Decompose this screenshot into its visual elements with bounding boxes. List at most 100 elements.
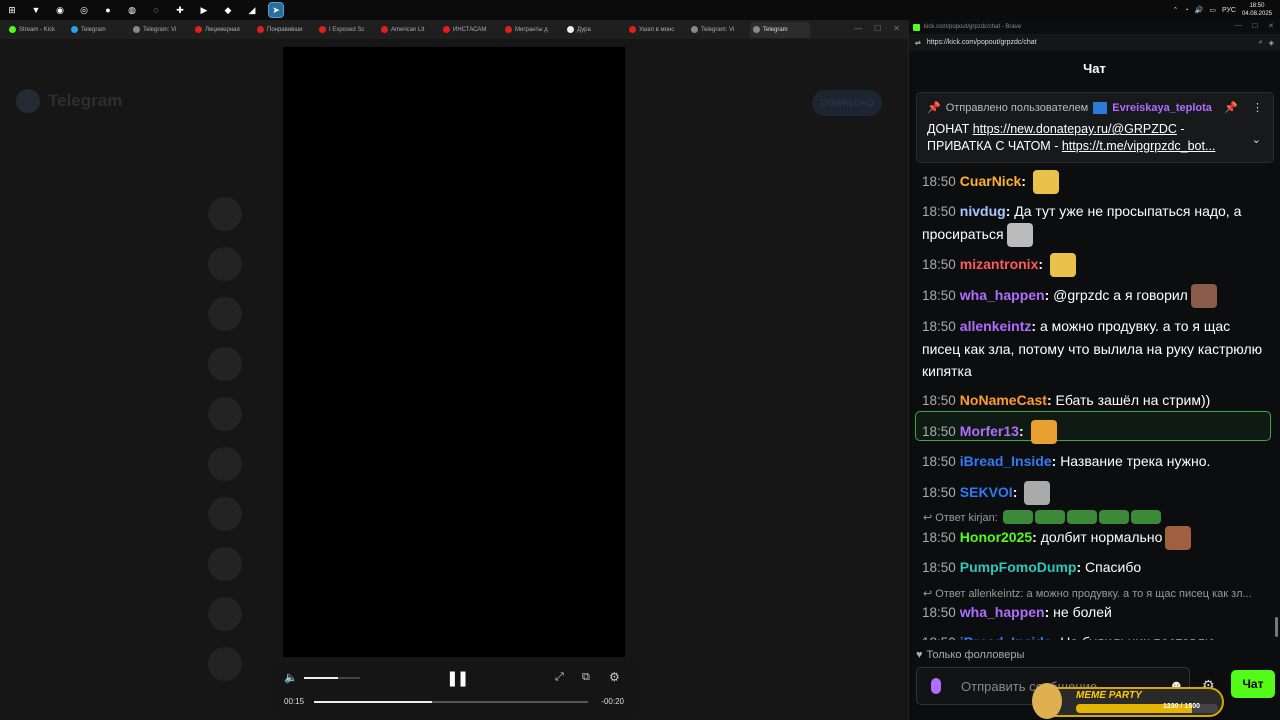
- message-username[interactable]: iBread_Inside: [960, 453, 1052, 469]
- browser-tab[interactable]: Telegram: Vi: [130, 22, 190, 38]
- avatar[interactable]: [208, 297, 242, 331]
- pause-button[interactable]: ❚❚: [446, 669, 469, 687]
- chat-message[interactable]: 18:50 Morfer13:: [922, 420, 1267, 445]
- browser-tab[interactable]: Telegram: [750, 21, 810, 38]
- chat-message[interactable]: 18:50 nivdug: Да тут уже не просыпаться н…: [922, 200, 1267, 248]
- clock[interactable]: 18:50 04.08.2025: [1242, 2, 1272, 18]
- zoom-icon[interactable]: ⌕: [1259, 39, 1263, 47]
- brave-icon[interactable]: ▼: [29, 3, 43, 17]
- address-bar[interactable]: ⇌ https://kick.com/popout/grpzdc/chat ⌕ …: [909, 34, 1280, 51]
- maximize-icon[interactable]: ☐: [874, 24, 881, 33]
- brave-shield-icon[interactable]: ◈: [1269, 39, 1274, 47]
- pinned-user[interactable]: Evreiskaya_teplota: [1112, 102, 1212, 114]
- browser-tab[interactable]: Дура: [564, 22, 624, 38]
- browser-tab[interactable]: Мигранты д: [502, 22, 562, 38]
- message-username[interactable]: wha_happen: [960, 604, 1045, 620]
- site-settings-icon[interactable]: ⇌: [915, 39, 921, 47]
- browser-tab[interactable]: I Exposed Sc: [316, 22, 376, 38]
- message-username[interactable]: NoNameCast: [960, 392, 1047, 408]
- chat-message[interactable]: 18:50 iBread_Inside: На будильник поставл…: [922, 631, 1267, 640]
- emote-icon[interactable]: [1030, 420, 1057, 445]
- video-frame[interactable]: [283, 47, 625, 657]
- emote-icon[interactable]: [1190, 284, 1217, 309]
- emote-icon[interactable]: [1024, 481, 1051, 506]
- maximize-icon[interactable]: ☐: [1252, 22, 1258, 30]
- minimize-icon[interactable]: —: [854, 24, 862, 33]
- message-username[interactable]: nivdug: [960, 203, 1006, 219]
- message-username[interactable]: allenkeintz: [960, 318, 1032, 334]
- battery-icon[interactable]: ▭: [1209, 6, 1216, 14]
- download-button[interactable]: DOWNLOAD: [812, 90, 882, 116]
- obs-icon[interactable]: ◌: [149, 3, 163, 17]
- avatar[interactable]: [208, 347, 242, 381]
- message-username[interactable]: Morfer13: [960, 423, 1019, 439]
- reply-context[interactable]: ↩ Ответ allenkeintz: а можно продувку. а…: [923, 587, 1252, 600]
- emote-icon[interactable]: [1165, 526, 1192, 551]
- chat-message[interactable]: 18:50 NoNameCast: Ебать зашёл на стрим)): [922, 389, 1267, 412]
- windows-start-icon[interactable]: ⊞: [5, 3, 19, 17]
- browser-tab[interactable]: Ушел в монс: [626, 22, 686, 38]
- browser-tab[interactable]: Stream - Kick: [6, 22, 66, 38]
- minimize-icon[interactable]: —: [1235, 22, 1242, 30]
- browser-tab[interactable]: ИНСТАСАМ: [440, 22, 500, 38]
- chat-message[interactable]: 18:50 mizantronix:: [922, 253, 1267, 278]
- app2-icon[interactable]: ◆: [221, 3, 235, 17]
- unpin-icon[interactable]: 📌: [1224, 101, 1238, 114]
- avatar[interactable]: [208, 447, 242, 481]
- browser-tab[interactable]: American Lit: [378, 22, 438, 38]
- browser-tab[interactable]: Telegram: [68, 22, 128, 38]
- browser-tab[interactable]: Лицемерная: [192, 22, 252, 38]
- send-chat-button[interactable]: Чат: [1231, 670, 1275, 698]
- message-username[interactable]: PumpFomoDump: [960, 559, 1077, 575]
- avatar[interactable]: [208, 247, 242, 281]
- chat-message[interactable]: 18:50 wha_happen: @grpzdc а я говорил: [922, 284, 1267, 309]
- chat-scrollbar[interactable]: [1275, 617, 1278, 637]
- network-icon[interactable]: ◔: [1184, 7, 1188, 14]
- message-username[interactable]: SEKVOI: [960, 484, 1013, 500]
- chat-message[interactable]: 18:50 SEKVOI:: [922, 481, 1267, 506]
- speaker-icon[interactable]: 🔊: [1195, 6, 1204, 14]
- chat-message[interactable]: 18:50 wha_happen: не болей: [922, 601, 1267, 624]
- browser-icon[interactable]: ▶: [197, 3, 211, 17]
- discord-icon[interactable]: ◉: [53, 3, 67, 17]
- pinned-link-donate[interactable]: https://new.donatepay.ru/@GRPZDC: [973, 122, 1177, 136]
- emote-icon[interactable]: [1006, 223, 1033, 248]
- chat-message[interactable]: 18:50 PumpFomoDump: Спасибо: [922, 556, 1267, 579]
- message-username[interactable]: Honor2025: [960, 529, 1032, 545]
- volume-slider[interactable]: [304, 677, 360, 679]
- emote-icon[interactable]: [1032, 170, 1059, 195]
- chat-message[interactable]: 18:50 iBread_Inside: Название трека нужно…: [922, 450, 1267, 473]
- close-icon[interactable]: ✕: [893, 24, 900, 33]
- telegram-icon[interactable]: ➤: [268, 2, 284, 18]
- message-username[interactable]: CuarNick: [960, 173, 1021, 189]
- more-options-icon[interactable]: ⋮: [1252, 101, 1263, 114]
- emote-icon[interactable]: [1049, 253, 1076, 278]
- app-icon[interactable]: ✚: [173, 3, 187, 17]
- message-username[interactable]: mizantronix: [960, 256, 1039, 272]
- pinned-link-telegram[interactable]: https://t.me/vipgrpzdc_bot...: [1062, 139, 1216, 153]
- avatar[interactable]: [208, 647, 242, 681]
- chat-message[interactable]: 18:50 allenkeintz: а можно продувку. а то…: [922, 315, 1267, 382]
- chat-message[interactable]: 18:50 Honor2025: долбит нормально: [922, 526, 1267, 551]
- reply-context[interactable]: ↩ Ответ kirjan:: [923, 511, 998, 524]
- chat-message[interactable]: 18:50 CuarNick:: [922, 170, 1267, 195]
- picture-in-picture-icon[interactable]: ⧉: [582, 671, 590, 684]
- gear-icon[interactable]: ⚙: [609, 670, 620, 684]
- steam-icon[interactable]: ◎: [77, 3, 91, 17]
- app3-icon[interactable]: ◢: [245, 3, 259, 17]
- avatar[interactable]: [208, 397, 242, 431]
- chrome-icon[interactable]: ◍: [125, 3, 139, 17]
- chevron-down-icon[interactable]: ⌄: [1252, 133, 1261, 146]
- message-username[interactable]: wha_happen: [960, 287, 1045, 303]
- close-icon[interactable]: ✕: [1268, 22, 1274, 30]
- url-text[interactable]: https://kick.com/popout/grpzdc/chat: [927, 39, 1037, 46]
- mic-icon[interactable]: [931, 678, 941, 694]
- fullscreen-icon[interactable]: ⤢: [555, 671, 564, 684]
- message-username[interactable]: iBread_Inside: [960, 634, 1052, 640]
- browser-tab[interactable]: Понравивши: [254, 22, 314, 38]
- seek-bar[interactable]: [314, 701, 588, 703]
- avatar[interactable]: [208, 547, 242, 581]
- spotify-icon[interactable]: ●: [101, 3, 115, 17]
- chevron-up-icon[interactable]: ⌃: [1172, 6, 1178, 14]
- avatar[interactable]: [208, 497, 242, 531]
